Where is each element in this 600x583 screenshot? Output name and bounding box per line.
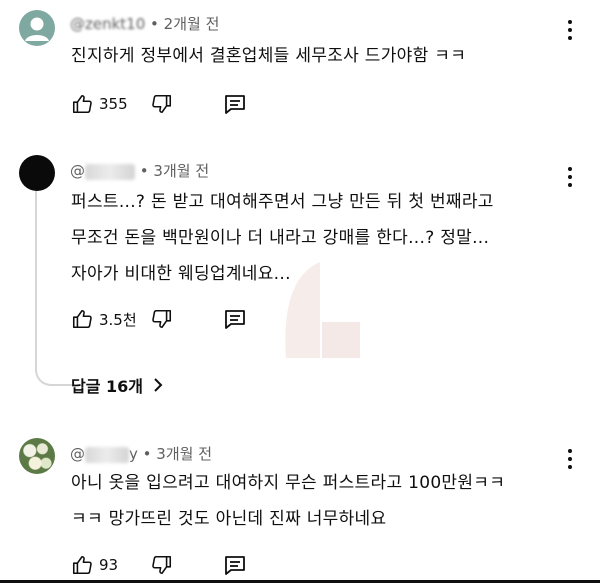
thumbs-up-icon <box>72 555 92 575</box>
comment-actions: 3.5천 <box>71 305 261 333</box>
timestamp: 2개월 전 <box>163 15 220 33</box>
like-count: 3.5천 <box>99 310 137 329</box>
separator-dot: • <box>150 15 164 33</box>
thumbs-down-icon <box>152 555 172 575</box>
comment-line: 진지하게 정부에서 결혼업체들 세무조사 드가야함 ㅋㅋ <box>71 46 467 66</box>
separator-dot: • <box>139 162 154 180</box>
username-suffix: y <box>129 445 138 463</box>
comment-line: 아니 옷을 입으려고 대여하지 무슨 퍼스트라고 100만원ㅋㅋ <box>71 473 506 493</box>
avatar[interactable] <box>19 438 55 474</box>
avatar[interactable] <box>19 155 55 191</box>
reply-comment-icon <box>225 310 245 329</box>
reply-comment-icon <box>225 95 245 114</box>
watermark-logo <box>285 262 360 358</box>
thread-line <box>35 176 75 386</box>
more-vert-icon[interactable] <box>567 20 573 42</box>
reply-comment-icon <box>225 556 245 575</box>
timestamp: 3개월 전 <box>156 445 213 463</box>
thumbs-up-icon <box>72 309 92 329</box>
like-button[interactable]: 3.5천 <box>71 308 137 330</box>
thumbs-down-icon <box>152 94 172 114</box>
reply-button[interactable] <box>223 554 247 576</box>
chevron-right-icon <box>154 378 163 392</box>
avatar[interactable] <box>19 10 55 46</box>
separator-dot: • <box>142 445 157 463</box>
comment-line: 무조건 돈을 백만원이나 더 내라고 강매를 한다...? 정말... <box>71 228 490 248</box>
comment-line: ㅋㅋ 망가뜨린 것도 아닌데 진짜 너무하네요 <box>71 509 387 529</box>
thumbs-down-icon <box>152 309 172 329</box>
username-text: @zenkt10 <box>70 15 146 33</box>
comment-actions: 355 <box>71 90 261 118</box>
comment-meta: @ • 3개월 전 <box>70 160 209 181</box>
default-user-icon <box>25 17 49 41</box>
like-count: 93 <box>99 556 119 574</box>
redacted-username <box>85 446 129 463</box>
comment-actions: 93 <box>71 551 261 579</box>
replies-count-label: 답글 16개 <box>71 377 143 396</box>
dislike-button[interactable] <box>151 93 173 115</box>
username[interactable]: @ <box>70 162 85 180</box>
comment-text: 아니 옷을 입으려고 대여하지 무슨 퍼스트라고 100만원ㅋㅋ ㅋㅋ 망가뜨린… <box>71 465 505 537</box>
comment-text: 진지하게 정부에서 결혼업체들 세무조사 드가야함 ㅋㅋ <box>71 38 466 74</box>
dislike-button[interactable] <box>151 554 173 576</box>
like-button[interactable]: 93 <box>71 554 118 576</box>
redacted-username <box>85 163 135 180</box>
view-replies-button[interactable]: 답글 16개 <box>71 373 163 397</box>
more-vert-icon[interactable] <box>567 167 573 189</box>
comment-meta: @zenkt10 • 2개월 전 <box>70 13 219 34</box>
comment-meta: @ y • 3개월 전 <box>70 443 212 464</box>
comment-line: 퍼스트...? 돈 받고 대여해주면서 그냥 만든 뒤 첫 번째라고 <box>71 192 494 212</box>
like-button[interactable]: 355 <box>71 93 128 115</box>
more-vert-icon[interactable] <box>567 449 573 471</box>
dislike-button[interactable] <box>151 308 173 330</box>
reply-button[interactable] <box>223 93 247 115</box>
timestamp: 3개월 전 <box>153 162 210 180</box>
username[interactable]: @ <box>70 445 85 463</box>
reply-button[interactable] <box>223 308 247 330</box>
username[interactable]: @zenkt10 <box>70 15 145 33</box>
like-count: 355 <box>99 95 128 113</box>
thumbs-up-icon <box>72 94 92 114</box>
